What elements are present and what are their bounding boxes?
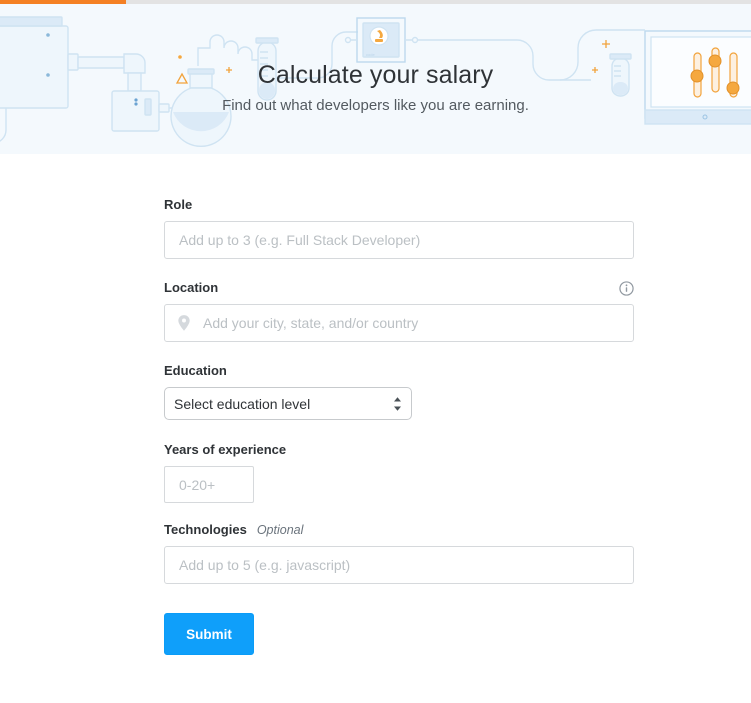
location-label: Location: [164, 280, 219, 295]
role-label: Role: [164, 197, 193, 212]
hero-banner: .ln { fill:none; stroke:#cfe3f2; stroke-…: [0, 0, 751, 155]
field-years-of-experience: Years of experience: [164, 442, 634, 503]
technologies-input[interactable]: [164, 546, 634, 584]
info-circle-icon[interactable]: [619, 280, 634, 296]
role-input-wrap: [164, 221, 634, 259]
education-select-wrap: Select education level: [164, 387, 412, 420]
location-label-group: Location: [164, 280, 218, 296]
role-input[interactable]: [164, 221, 634, 259]
field-technologies: Technologies Optional: [164, 522, 634, 584]
page-title: Calculate your salary: [257, 61, 494, 89]
field-role: Role: [164, 197, 634, 259]
submit-button[interactable]: Submit: [164, 613, 254, 655]
onboarding-progress-bar: [0, 0, 751, 4]
education-label: Education: [164, 363, 227, 378]
technologies-input-wrap: [164, 546, 634, 584]
progress-bar-fill: [0, 0, 126, 4]
years-of-experience-input[interactable]: [164, 466, 254, 503]
technologies-label: Technologies: [164, 522, 247, 537]
field-location: Location: [164, 280, 634, 342]
svg-text:code: code: [366, 52, 375, 57]
location-input-wrap: [164, 304, 634, 342]
years-label-group: Years of experience: [164, 442, 286, 458]
technologies-label-group: Technologies Optional: [164, 522, 303, 538]
technologies-optional-tag: Optional: [256, 523, 304, 537]
hero-text-group: Calculate your salary Find out what deve…: [0, 60, 751, 116]
years-label-row: Years of experience: [164, 442, 634, 458]
technologies-label-row: Technologies Optional: [164, 522, 634, 538]
role-label-row: Role: [164, 197, 634, 213]
education-select[interactable]: Select education level: [164, 387, 412, 420]
education-label-group: Education: [164, 363, 227, 379]
field-education: Education Select education level: [164, 363, 634, 420]
location-label-row: Location: [164, 280, 634, 296]
education-label-row: Education: [164, 363, 634, 379]
location-input[interactable]: [164, 304, 634, 342]
role-label-group: Role: [164, 197, 192, 213]
years-of-experience-label: Years of experience: [164, 442, 287, 457]
page-subtitle: Find out what developers like you are ea…: [222, 97, 529, 114]
